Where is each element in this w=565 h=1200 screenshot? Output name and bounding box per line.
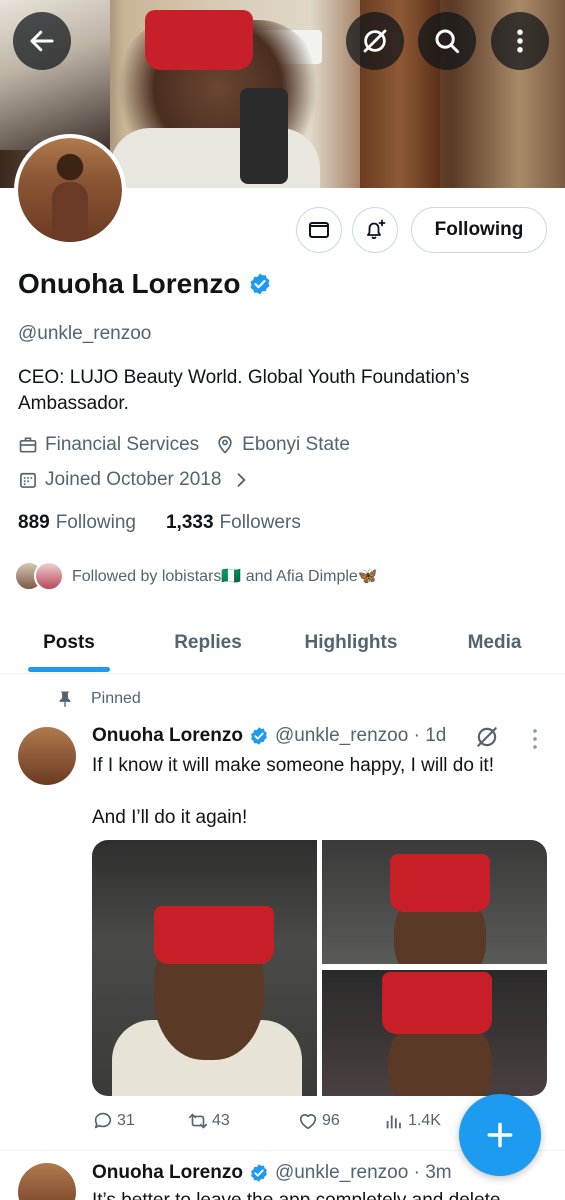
followers-label[interactable]: Followers xyxy=(220,512,301,534)
more-button[interactable] xyxy=(491,12,549,70)
reply-icon xyxy=(94,1112,112,1129)
bell-plus-icon xyxy=(367,219,386,240)
followed-by-row[interactable]: Followed by lobistars🇳🇬 and Afia Dimple🦋 xyxy=(14,561,378,591)
post-photo[interactable] xyxy=(322,970,547,1096)
chevron-right-icon xyxy=(237,473,247,487)
banner-shirt xyxy=(110,128,320,188)
post-text: If I know it will make someone happy, I … xyxy=(92,755,494,776)
photo-red-cap xyxy=(390,854,490,912)
repost-icon xyxy=(188,1113,208,1129)
location-pin-icon xyxy=(218,435,232,454)
tab-media[interactable]: Media xyxy=(424,612,565,674)
search-button[interactable] xyxy=(418,12,476,70)
photo-red-cap xyxy=(154,906,274,964)
views-bar-chart-icon xyxy=(386,1115,401,1129)
post-photo[interactable] xyxy=(322,840,547,964)
following-count[interactable]: 889 xyxy=(18,512,50,534)
post-text: And I’ll do it again! xyxy=(92,807,248,828)
following-label[interactable]: Following xyxy=(56,512,136,534)
tab-posts[interactable]: Posts xyxy=(0,612,138,674)
more-vertical-icon xyxy=(517,29,523,53)
follower-avatar xyxy=(34,561,64,591)
briefcase-icon xyxy=(19,437,37,453)
message-button[interactable] xyxy=(296,207,342,253)
compose-button[interactable] xyxy=(459,1094,541,1176)
post-avatar[interactable] xyxy=(18,1163,76,1200)
post-text: It’s better to leave the app completely … xyxy=(92,1188,552,1200)
views-count: 1.4K xyxy=(408,1112,441,1129)
post-handle-time: @unkle_renzoo · 1d xyxy=(274,725,447,746)
avatar-photo xyxy=(18,138,122,242)
banner-phone xyxy=(240,88,288,184)
search-icon xyxy=(435,29,460,54)
more-vertical-icon[interactable] xyxy=(530,728,540,750)
pinned-label: Pinned xyxy=(55,689,141,709)
repost-count: 43 xyxy=(212,1112,230,1129)
like-button[interactable]: 96 xyxy=(297,1110,383,1132)
heart-icon xyxy=(299,1114,317,1130)
following-button[interactable]: Following xyxy=(411,207,547,253)
envelope-icon xyxy=(309,222,329,238)
profile-joined-row[interactable]: Joined October 2018 xyxy=(18,469,258,491)
profile-location-text: Ebonyi State xyxy=(242,434,350,455)
post-author[interactable]: Onuoha Lorenzo xyxy=(92,725,243,747)
plus-icon xyxy=(487,1122,513,1148)
banner-red-cap xyxy=(145,10,253,70)
grok-button[interactable] xyxy=(346,12,404,70)
profile-meta-row: Financial Services Ebonyi State xyxy=(18,434,350,456)
post-avatar[interactable] xyxy=(18,727,76,785)
photo-red-cap xyxy=(382,972,492,1034)
profile-tabs: Posts Replies Highlights Media xyxy=(0,612,565,674)
reply-count: 31 xyxy=(117,1112,135,1129)
profile-name: Onuoha Lorenzo xyxy=(18,268,272,300)
pin-icon xyxy=(59,691,71,707)
post-media-grid xyxy=(92,840,547,1096)
calendar-icon xyxy=(20,472,36,488)
post-actions: 31 43 96 1.4K xyxy=(92,1110,473,1132)
verified-badge-icon xyxy=(251,1164,267,1182)
grok-slash-icon[interactable] xyxy=(474,724,500,750)
post-author[interactable]: Onuoha Lorenzo xyxy=(92,1162,243,1184)
profile-bio: CEO: LUJO Beauty World. Global Youth Fou… xyxy=(18,367,470,414)
verified-badge-icon xyxy=(250,273,270,295)
post-header: Onuoha Lorenzo @unkle_renzoo · 3m xyxy=(92,1162,452,1184)
profile-location: Ebonyi State xyxy=(215,434,350,456)
like-count: 96 xyxy=(322,1112,340,1129)
verified-badge-icon xyxy=(251,727,267,745)
followed-by-text: Followed by lobistars🇳🇬 and Afia Dimple🦋 xyxy=(72,568,378,585)
profile-category: Financial Services xyxy=(45,434,200,455)
post-photo[interactable] xyxy=(92,840,317,1096)
post-header: Onuoha Lorenzo @unkle_renzoo · 1d xyxy=(92,725,446,747)
back-button[interactable] xyxy=(13,12,71,70)
repost-button[interactable]: 43 xyxy=(187,1110,297,1132)
profile-name-text: Onuoha Lorenzo xyxy=(18,268,241,299)
notifications-button[interactable] xyxy=(352,207,398,253)
tab-replies[interactable]: Replies xyxy=(138,612,278,674)
reply-button[interactable]: 31 xyxy=(92,1110,187,1132)
pinned-text: Pinned xyxy=(91,690,141,707)
arrow-left-icon xyxy=(30,30,54,52)
profile-handle: @unkle_renzoo xyxy=(18,323,152,344)
profile-avatar[interactable] xyxy=(14,134,126,246)
profile-joined: Joined October 2018 xyxy=(45,469,222,490)
followers-count[interactable]: 1,333 xyxy=(166,512,214,534)
post-handle-time: @unkle_renzoo · 3m xyxy=(274,1162,452,1183)
tab-highlights[interactable]: Highlights xyxy=(278,612,424,674)
follow-stats: 889 Following 1,333 Followers xyxy=(18,512,301,534)
grok-slash-icon xyxy=(363,29,387,53)
